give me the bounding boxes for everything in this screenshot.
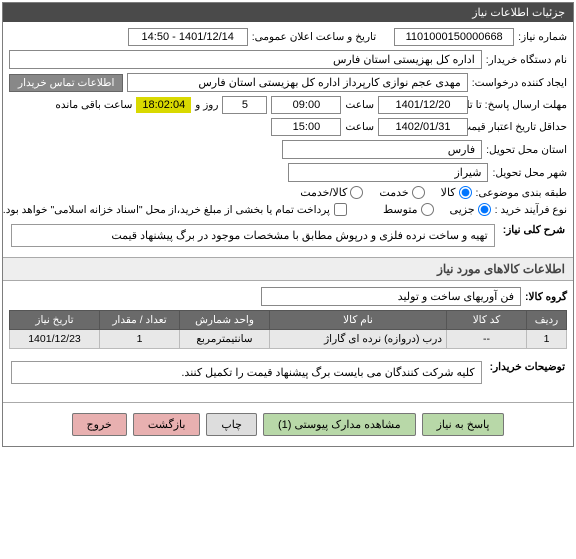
time-label-2: ساعت	[345, 121, 374, 133]
time-label-1: ساعت	[345, 99, 374, 111]
back-button[interactable]: بازگشت	[133, 413, 201, 436]
main-panel: جزئیات اطلاعات نیاز شماره نیاز: 11010001…	[2, 2, 574, 447]
validity-time-field: 15:00	[271, 118, 341, 136]
items-table: ردیف کد کالا نام کالا واحد شمارش تعداد /…	[9, 310, 567, 349]
countdown-badge: 18:02:04	[136, 97, 191, 113]
group-field: فن آوریهای ساخت و تولید	[261, 287, 521, 306]
payment-checkbox[interactable]	[334, 203, 347, 216]
validity-label: حداقل تاریخ اعتبار قیمت: تا تاریخ:	[472, 121, 567, 133]
cell-row: 1	[527, 330, 567, 349]
th-row: ردیف	[527, 311, 567, 330]
radio-service[interactable]: خدمت	[379, 186, 424, 199]
cell-unit: سانتیمترمربع	[180, 330, 270, 349]
cell-name: درب (دروازه) نرده ای گاراژ	[270, 330, 447, 349]
desc-field: تهیه و ساخت نرده فلزی و درپوش مطابق با م…	[11, 224, 495, 247]
requester-label: ایجاد کننده درخواست:	[472, 77, 567, 89]
requester-field: مهدی عجم نوازی کارپرداز اداره کل بهزیستی…	[127, 73, 467, 92]
attachments-button[interactable]: مشاهده مدارک پیوستی (1)	[263, 413, 416, 436]
remaining-label: ساعت باقی مانده	[55, 99, 132, 111]
deadline-time-field: 09:00	[271, 96, 341, 114]
day-label: روز و	[195, 99, 218, 111]
need-no-label: شماره نیاز:	[518, 31, 567, 43]
province-field: فارس	[282, 140, 482, 159]
radio-medium-input[interactable]	[421, 203, 434, 216]
deadline-date-field: 1401/12/20	[378, 96, 468, 114]
radio-service-input[interactable]	[412, 186, 425, 199]
radio-goods-service[interactable]: کالا/خدمت	[300, 186, 363, 199]
province-label: استان محل تحویل:	[486, 144, 567, 156]
payment-note: پرداخت تمام یا بخشی از مبلغ خرید،از محل …	[3, 204, 330, 216]
city-label: شهر محل تحویل:	[492, 167, 567, 179]
radio-goods-input[interactable]	[459, 186, 472, 199]
process-label: نوع فرآیند خرید :	[495, 204, 567, 216]
group-label: گروه کالا:	[525, 291, 567, 303]
desc-label: شرح کلی نیاز:	[503, 224, 565, 236]
exit-button[interactable]: خروج	[72, 413, 127, 436]
radio-partial[interactable]: جزیی	[450, 203, 491, 216]
panel-title: جزئیات اطلاعات نیاز	[3, 3, 573, 22]
public-datetime-field: 1401/12/14 - 14:50	[128, 28, 248, 46]
validity-date-field: 1402/01/31	[378, 118, 468, 136]
public-datetime-label: تاریخ و ساعت اعلان عمومی:	[252, 31, 376, 43]
th-qty: تعداد / مقدار	[100, 311, 180, 330]
buyer-notes-field: کلیه شرکت کنندگان می بایست برگ پیشنهاد ق…	[11, 361, 482, 384]
items-body: گروه کالا: فن آوریهای ساخت و تولید ردیف …	[3, 281, 573, 394]
footer: پاسخ به نیاز مشاهده مدارک پیوستی (1) چاپ…	[3, 402, 573, 446]
deadline-label: مهلت ارسال پاسخ: تا تاریخ:	[472, 99, 567, 111]
th-date: تاریخ نیاز	[10, 311, 100, 330]
cell-qty: 1	[100, 330, 180, 349]
print-button[interactable]: چاپ	[206, 413, 257, 436]
reply-button[interactable]: پاسخ به نیاز	[422, 413, 505, 436]
contact-buyer-button[interactable]: اطلاعات تماس خریدار	[9, 74, 123, 92]
panel-body: شماره نیاز: 1101000150000668 تاریخ و ساع…	[3, 22, 573, 257]
city-field: شیراز	[288, 163, 488, 182]
table-row[interactable]: 1 -- درب (دروازه) نرده ای گاراژ سانتیمتر…	[10, 330, 567, 349]
items-section-title: اطلاعات کالاهای مورد نیاز	[3, 257, 573, 281]
th-name: نام کالا	[270, 311, 447, 330]
buyer-notes-label: توضیحات خریدار:	[490, 361, 565, 373]
th-unit: واحد شمارش	[180, 311, 270, 330]
radio-goods-service-input[interactable]	[350, 186, 363, 199]
radio-partial-input[interactable]	[478, 203, 491, 216]
radio-medium[interactable]: متوسط	[383, 203, 434, 216]
th-code: کد کالا	[447, 311, 527, 330]
radio-goods[interactable]: کالا	[441, 186, 472, 199]
days-field: 5	[222, 96, 267, 114]
table-header-row: ردیف کد کالا نام کالا واحد شمارش تعداد /…	[10, 311, 567, 330]
cell-date: 1401/12/23	[10, 330, 100, 349]
category-label: طبقه بندی موضوعی:	[476, 187, 567, 199]
buyer-field: اداره کل بهزیستی استان فارس	[9, 50, 482, 69]
need-no-field: 1101000150000668	[394, 28, 514, 46]
cell-code: --	[447, 330, 527, 349]
buyer-label: نام دستگاه خریدار:	[486, 54, 567, 66]
